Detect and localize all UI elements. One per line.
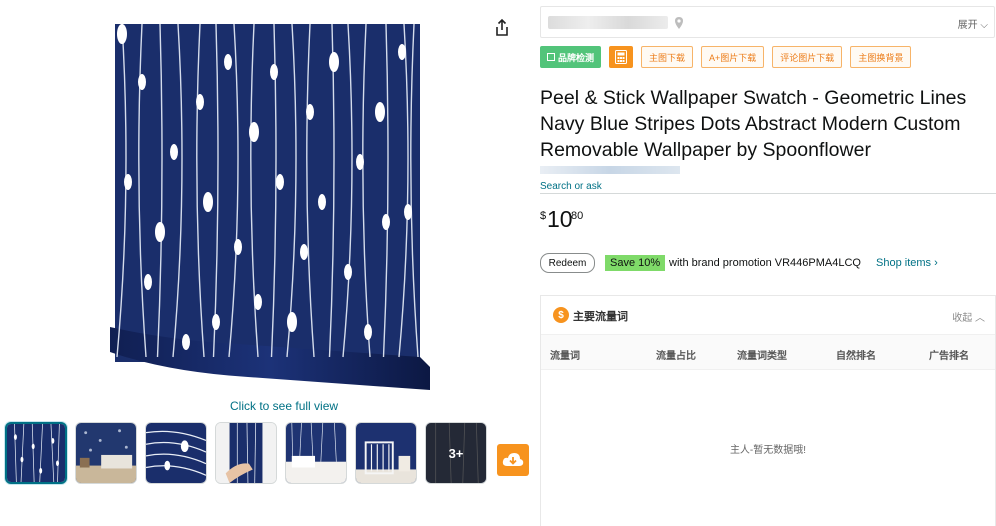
pattern-dot: [287, 312, 297, 332]
pattern-dot: [170, 144, 178, 160]
pattern-dot: [382, 214, 390, 230]
pattern-dot: [117, 24, 127, 44]
expand-toggle[interactable]: 展开 ⌵: [958, 16, 988, 31]
pattern-dot: [276, 174, 284, 190]
shop-items-link[interactable]: Shop items ›: [876, 257, 938, 269]
calculator-icon[interactable]: [609, 46, 634, 68]
thumbnail-wave-closeup[interactable]: [145, 422, 207, 484]
pattern-dot: [306, 104, 314, 120]
pattern-dot: [318, 194, 326, 210]
brand-check-label: 品牌检测: [558, 52, 595, 63]
traffic-keyword-panel: $ 主要流量词 收起 ︿ 流量词 流量占比 流量词类型 自然排名 广告排名 主人…: [540, 295, 996, 526]
product-title: Peel & Stick Wallpaper Swatch - Geometri…: [540, 87, 967, 161]
pattern-dot: [234, 239, 242, 255]
pattern-dot: [254, 294, 262, 310]
blurred-store-link: [540, 166, 680, 174]
extension-search-bar[interactable]: 展开 ⌵: [540, 6, 995, 38]
price-whole: 10: [547, 206, 573, 232]
pattern-dot: [398, 44, 406, 60]
pattern-dot: [344, 264, 352, 280]
main-image-download-button[interactable]: 主图下载: [641, 46, 694, 68]
price-fraction: 80: [571, 210, 584, 222]
search-or-ask-link[interactable]: Search or ask: [540, 181, 602, 192]
collapse-label: 收起: [952, 313, 973, 324]
square-icon: [547, 53, 555, 61]
divider: [540, 193, 996, 194]
extension-toolbar: 品牌检测 主图下载 A+图片下载 评论图片下载 主图换背景: [540, 46, 912, 68]
dollar-circle-icon: $: [553, 307, 569, 323]
pattern-dot: [155, 222, 165, 242]
pattern-dot: [224, 54, 232, 70]
share-icon[interactable]: [491, 17, 513, 39]
save-badge: Save 10%: [605, 255, 666, 271]
pattern-dot: [375, 102, 385, 122]
pattern-dot: [300, 244, 308, 260]
redeem-button[interactable]: Redeem: [540, 253, 595, 273]
panel-header: $ 主要流量词 收起 ︿: [541, 296, 995, 334]
pattern-dot: [364, 324, 372, 340]
main-product-image[interactable]: [108, 22, 430, 392]
column-header: 流量词类型: [737, 351, 787, 362]
pattern-dot: [329, 52, 339, 72]
blurred-store-name: [548, 16, 668, 29]
pattern-dot: [270, 64, 278, 80]
panel-title: 主要流量词: [573, 311, 628, 323]
thumbnail-strip: 3+: [5, 422, 487, 484]
thumbnail-bedroom-scene[interactable]: [75, 422, 137, 484]
column-header: 流量词: [550, 351, 580, 362]
thumbnail-hand-peel[interactable]: [215, 422, 277, 484]
pattern-dot: [203, 192, 213, 212]
pattern-dot: [138, 74, 146, 90]
collapse-toggle[interactable]: 收起 ︿: [952, 309, 985, 324]
full-view-link[interactable]: Click to see full view: [230, 399, 338, 413]
pattern-dot: [144, 274, 152, 290]
pattern-dot: [182, 334, 190, 350]
thumbnail-pattern-swatch[interactable]: [5, 422, 67, 484]
promotion-text: with brand promotion VR446PMA4LCQ: [669, 257, 861, 269]
change-background-button[interactable]: 主图换背景: [850, 46, 912, 68]
thumbnail-more-images[interactable]: 3+: [425, 422, 487, 484]
pattern-dot: [249, 122, 259, 142]
cloud-download-icon[interactable]: [497, 444, 529, 476]
location-pin-icon: [672, 16, 686, 30]
pattern-dot: [404, 204, 412, 220]
pattern-dot: [212, 314, 220, 330]
more-images-count: 3+: [426, 423, 486, 483]
column-header: 广告排名: [929, 351, 969, 362]
table-header: 流量词 流量占比 流量词类型 自然排名 广告排名: [541, 334, 995, 370]
price-symbol: $: [540, 210, 547, 222]
brand-check-button[interactable]: 品牌检测: [540, 46, 602, 68]
expand-label: 展开: [957, 20, 978, 31]
pattern-dot: [356, 154, 364, 170]
aplus-image-download-button[interactable]: A+图片下载: [701, 46, 765, 68]
pattern-dot: [196, 94, 204, 110]
empty-state-text: 主人-暂无数据哦!: [729, 445, 807, 456]
column-header: 自然排名: [836, 351, 876, 362]
chevron-up-icon: ︿: [975, 313, 985, 324]
chevron-down-icon: ⌵: [980, 20, 988, 31]
review-image-download-button[interactable]: 评论图片下载: [772, 46, 843, 68]
column-header: 流量占比: [656, 351, 696, 362]
thumbnail-hallway-wall[interactable]: [285, 422, 347, 484]
pattern-dot: [124, 174, 132, 190]
thumbnail-crib-room[interactable]: [355, 422, 417, 484]
